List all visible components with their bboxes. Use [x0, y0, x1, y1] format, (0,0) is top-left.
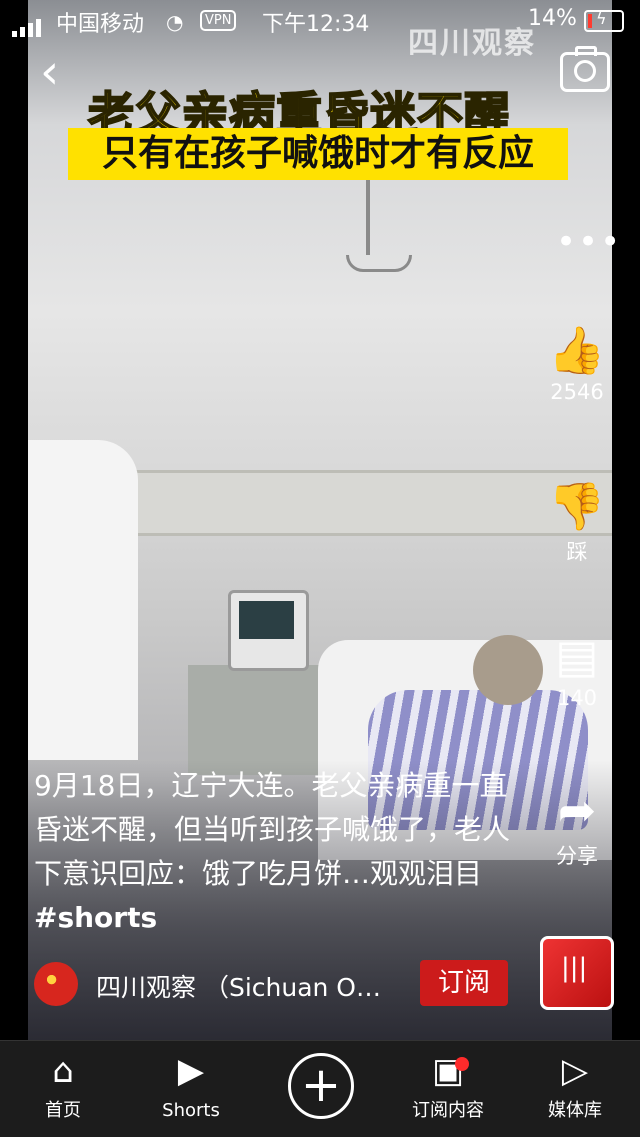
channel-avatar[interactable] — [34, 962, 78, 1006]
audio-bars-icon: ||| — [561, 953, 588, 983]
battery-fill — [588, 14, 592, 28]
nav-library-label: 媒体库 — [548, 1100, 602, 1121]
subscribe-button[interactable]: 订阅 — [420, 960, 508, 1006]
bedside-cabinet — [188, 665, 338, 775]
add-icon[interactable]: + — [288, 1053, 354, 1119]
nav-shorts-label: Shorts — [162, 1100, 220, 1121]
channel-row: 四川观察 （Sichuan O… 订阅 — [34, 958, 514, 1010]
home-icon: ⌂ — [52, 1051, 74, 1091]
iv-pole — [366, 175, 370, 255]
person-figure — [28, 440, 138, 760]
nav-library[interactable]: ▷ 媒体库 — [520, 1041, 630, 1121]
medical-monitor — [228, 590, 309, 671]
camera-icon[interactable] — [560, 46, 610, 92]
channel-name[interactable]: 四川观察 （Sichuan O… — [96, 968, 426, 1004]
subscriptions-icon: ▣ — [431, 1051, 465, 1091]
shorts-icon: ▶ — [177, 1051, 205, 1091]
bottom-nav: ⌂ 首页 ▶ Shorts + ▣ 订阅内容 ▷ 媒体库 — [0, 1040, 640, 1137]
comments-button[interactable]: ▤ 140 — [540, 628, 614, 710]
patient-head — [473, 635, 543, 705]
vpn-badge: VPN — [200, 10, 237, 31]
carrier-name: 中国移动 — [56, 12, 145, 37]
thumbs-down-icon: 👎 — [548, 479, 606, 533]
back-arrow-icon[interactable]: ‹ — [40, 48, 59, 96]
clock: 下午12:34 — [262, 12, 370, 37]
video-caption: 9月18日，辽宁大连。老父亲病重一直昏迷不醒，但当听到孩子喊饿了，老人下意识回应… — [34, 764, 514, 940]
video-title-line2: 只有在孩子喊饿时才有反应 — [68, 128, 568, 180]
signal-icon — [12, 12, 44, 37]
share-button[interactable]: ➦ 分享 — [540, 782, 614, 870]
comment-count: 140 — [556, 686, 598, 710]
thumbs-up-icon: 👍 — [548, 323, 606, 377]
notification-dot — [455, 1057, 469, 1071]
sound-thumbnail[interactable]: ||| — [540, 936, 614, 1010]
nav-subscriptions-label: 订阅内容 — [412, 1100, 484, 1121]
battery-icon: ϟ — [584, 9, 624, 32]
like-count: 2546 — [550, 380, 604, 404]
nav-home[interactable]: ⌂ 首页 — [8, 1041, 118, 1121]
dislike-label: 踩 — [566, 540, 588, 564]
share-arrow-icon: ➦ — [557, 783, 597, 837]
nav-subscriptions[interactable]: ▣ 订阅内容 — [393, 1041, 503, 1121]
more-options-icon[interactable]: ••• — [556, 225, 622, 259]
nav-home-label: 首页 — [45, 1100, 81, 1121]
dislike-button[interactable]: 👎 踩 — [540, 478, 614, 566]
hashtag-link[interactable]: #shorts — [34, 901, 157, 934]
caption-text: 9月18日，辽宁大连。老父亲病重一直昏迷不醒，但当听到孩子喊饿了，老人下意识回应… — [34, 769, 511, 890]
share-label: 分享 — [556, 844, 598, 868]
battery-percent: 14% — [528, 6, 577, 31]
comment-icon: ▤ — [555, 629, 599, 683]
iv-hook — [346, 255, 412, 272]
wifi-icon: ◔ — [166, 10, 184, 34]
status-bar: 中国移动 ◔ VPN 下午12:34 14% ϟ — [0, 0, 640, 40]
charging-bolt-icon: ϟ — [596, 9, 607, 28]
like-button[interactable]: 👍 2546 — [540, 322, 614, 404]
library-icon: ▷ — [561, 1051, 589, 1091]
nav-shorts[interactable]: ▶ Shorts — [136, 1041, 246, 1121]
